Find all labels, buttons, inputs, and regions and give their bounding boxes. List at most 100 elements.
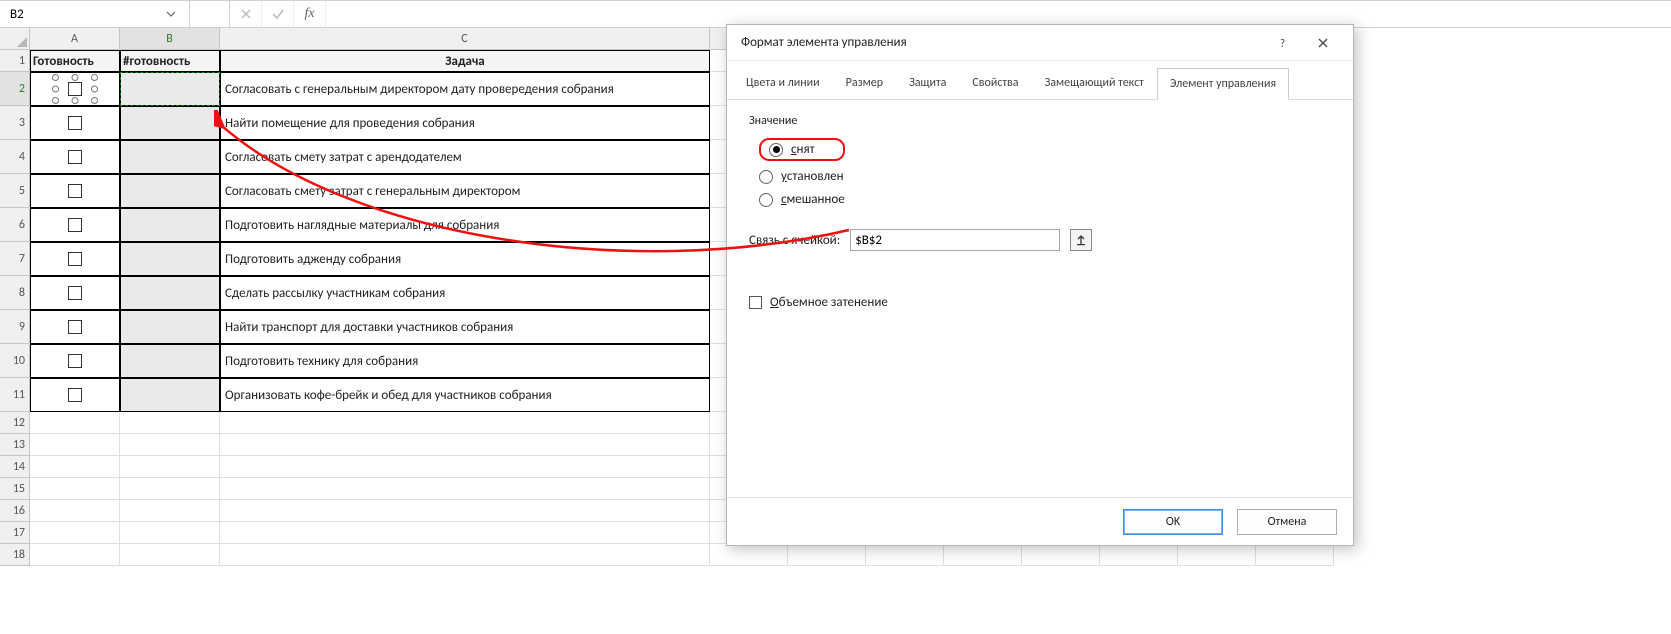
radio-off[interactable] [769,143,783,157]
cell-a3[interactable] [30,106,120,140]
radio-mixed[interactable] [759,193,773,207]
dialog-tab[interactable]: Размер [833,67,896,99]
cell-c5[interactable]: Согласовать смету затрат с генеральным д… [220,174,710,208]
row-header[interactable]: 18 [0,544,30,566]
formula-input[interactable] [332,6,1665,23]
dialog-help-icon[interactable]: ? [1263,25,1303,60]
fx-icon[interactable]: fx [294,1,326,27]
empty-cell[interactable] [120,478,220,500]
cell-b11[interactable] [120,378,220,412]
dialog-titlebar[interactable]: Формат элемента управления ? [727,25,1353,61]
shadow-checkbox[interactable] [749,296,762,309]
empty-cell[interactable] [220,478,710,500]
checkbox-icon[interactable] [68,388,82,402]
row-header[interactable]: 12 [0,412,30,434]
checkbox-icon[interactable] [68,354,82,368]
empty-cell[interactable] [120,500,220,522]
cancel-formula-icon[interactable] [230,1,262,27]
ok-button[interactable]: OK [1123,509,1223,535]
row-header[interactable]: 15 [0,478,30,500]
form-checkbox-selected[interactable] [56,78,94,100]
radio-on[interactable] [759,170,773,184]
checkbox-icon[interactable] [68,218,82,232]
cell-link-input[interactable] [850,229,1060,251]
cell-c10[interactable]: Подготовить технику для собрания [220,344,710,378]
empty-cell[interactable] [1256,544,1334,566]
empty-cell[interactable] [788,544,866,566]
cell-c4[interactable]: Согласовать смету затрат с арендодателем [220,140,710,174]
name-box-input[interactable] [8,6,162,23]
empty-cell[interactable] [30,478,120,500]
row-header[interactable]: 11 [0,378,30,412]
empty-cell[interactable] [30,522,120,544]
empty-cell[interactable] [30,456,120,478]
row-header[interactable]: 17 [0,522,30,544]
cell-a11[interactable] [30,378,120,412]
col-header[interactable]: B [120,28,220,50]
cell-a6[interactable] [30,208,120,242]
row-header[interactable]: 1 [0,50,30,72]
col-header[interactable]: C [220,28,710,50]
cell-b6[interactable] [120,208,220,242]
cell-b9[interactable] [120,310,220,344]
cell-c3[interactable]: Найти помещение для проведения собрания [220,106,710,140]
cell-c8[interactable]: Сделать рассылку участникам собрания [220,276,710,310]
dialog-tab[interactable]: Элемент управления [1157,68,1289,100]
cell-a10[interactable] [30,344,120,378]
checkbox-icon[interactable] [68,252,82,266]
row-header[interactable]: 16 [0,500,30,522]
checkbox-icon[interactable] [68,116,82,130]
empty-cell[interactable] [120,544,220,566]
dialog-tab[interactable]: Свойства [959,67,1031,99]
empty-cell[interactable] [944,544,1022,566]
cell-b8[interactable] [120,276,220,310]
cell-b5[interactable] [120,174,220,208]
cell-b2[interactable] [120,72,220,106]
cell-c6[interactable]: Подготовить наглядные материалы для собр… [220,208,710,242]
dialog-tab[interactable]: Цвета и линии [733,67,833,99]
name-box-dropdown-icon[interactable] [162,1,181,27]
row-header[interactable]: 6 [0,208,30,242]
checkbox-icon[interactable] [68,82,82,96]
cell-link-picker-icon[interactable] [1070,229,1092,251]
cancel-button[interactable]: Отмена [1237,509,1337,535]
row-header[interactable]: 8 [0,276,30,310]
cell-c2[interactable]: Согласовать с генеральным директором дат… [220,72,710,106]
empty-cell[interactable] [220,434,710,456]
empty-cell[interactable] [120,434,220,456]
empty-cell[interactable] [120,456,220,478]
empty-cell[interactable] [220,500,710,522]
empty-cell[interactable] [30,434,120,456]
row-header[interactable]: 2 [0,72,30,106]
row-header[interactable]: 3 [0,106,30,140]
empty-cell[interactable] [1022,544,1100,566]
row-header[interactable]: 9 [0,310,30,344]
cell-a9[interactable] [30,310,120,344]
col-header[interactable]: A [30,28,120,50]
empty-cell[interactable] [30,544,120,566]
dialog-tab[interactable]: Замещающий текст [1032,67,1157,99]
name-box[interactable] [0,1,190,27]
checkbox-icon[interactable] [68,320,82,334]
empty-cell[interactable] [220,544,710,566]
empty-cell[interactable] [866,544,944,566]
empty-cell[interactable] [30,500,120,522]
cell-a5[interactable] [30,174,120,208]
cell-c7[interactable]: Подготовить адженду собрания [220,242,710,276]
checkbox-icon[interactable] [68,184,82,198]
empty-cell[interactable] [120,522,220,544]
empty-cell[interactable] [1100,544,1178,566]
row-header[interactable]: 4 [0,140,30,174]
cell-b7[interactable] [120,242,220,276]
cell-b3[interactable] [120,106,220,140]
cell-a8[interactable] [30,276,120,310]
empty-cell[interactable] [710,544,788,566]
cell-a2[interactable] [30,72,120,106]
row-header[interactable]: 7 [0,242,30,276]
cell-b10[interactable] [120,344,220,378]
cell-b4[interactable] [120,140,220,174]
empty-cell[interactable] [220,412,710,434]
select-all-corner[interactable] [0,28,30,50]
empty-cell[interactable] [30,412,120,434]
cell-a7[interactable] [30,242,120,276]
